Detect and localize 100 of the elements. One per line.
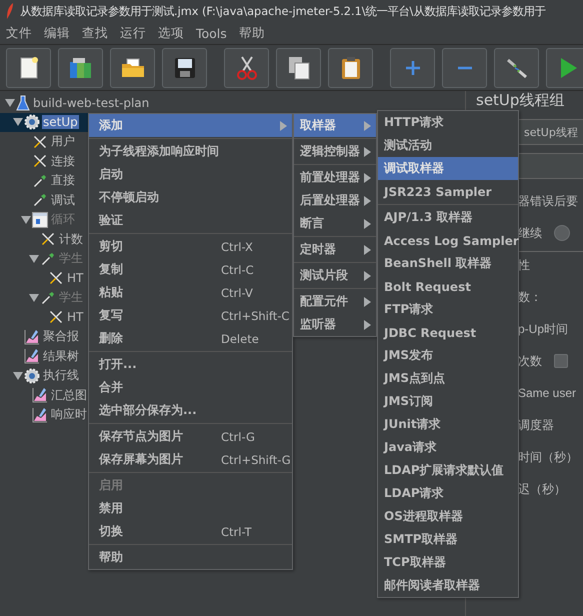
radio-button[interactable] bbox=[554, 225, 570, 241]
menu-item[interactable]: 邮件阅读者取样器 bbox=[378, 574, 518, 597]
menu-item[interactable]: 保存节点为图片 Ctrl-G bbox=[89, 425, 292, 448]
folder-icon bbox=[120, 58, 144, 78]
collapse-icon[interactable] bbox=[4, 98, 14, 107]
menu-item[interactable]: SMTP取样器 bbox=[378, 528, 518, 551]
tree-item-label[interactable]: build-web-test-plan bbox=[32, 96, 150, 110]
menu-item[interactable]: 切换 Ctrl-T bbox=[89, 520, 292, 543]
menu-item[interactable]: 配置元件 bbox=[294, 290, 376, 313]
checkbox[interactable] bbox=[554, 354, 568, 368]
menu-item[interactable]: 合并 bbox=[89, 376, 292, 399]
toolbar-button[interactable] bbox=[328, 48, 373, 88]
menu-item[interactable]: 后置处理器 bbox=[294, 189, 376, 212]
menu-item[interactable]: 验证 bbox=[89, 209, 292, 232]
menu-item[interactable]: JMS发布 bbox=[378, 344, 518, 367]
menu-item[interactable]: 测试活动 bbox=[378, 134, 518, 157]
tree-item-label[interactable]: 结果树 bbox=[42, 348, 80, 365]
menu-item[interactable]: 前置处理器 bbox=[294, 166, 376, 189]
menu-item[interactable]: OS进程取样器 bbox=[378, 505, 518, 528]
scissors-icon bbox=[236, 56, 256, 80]
menu-item[interactable]: Java请求 bbox=[378, 436, 518, 459]
pencils-icon bbox=[506, 56, 528, 78]
menu-item[interactable]: 选中部分保存为... bbox=[89, 399, 292, 422]
menu-item[interactable]: 逻辑控制器 bbox=[294, 140, 376, 163]
menu-item[interactable]: LDAP请求 bbox=[378, 482, 518, 505]
menu-item[interactable]: 帮助 bbox=[232, 24, 271, 42]
field-label: 次数 bbox=[518, 352, 542, 370]
menu-item[interactable]: TCP取样器 bbox=[378, 551, 518, 574]
window-title: 从数据库读取记录参数用于测试.jmx (F:\java\apache-jmeter-5.2.1\统一平台\从数据库读取记录参数用于 bbox=[20, 4, 546, 18]
dropper-icon bbox=[32, 192, 48, 208]
minus-icon bbox=[456, 66, 472, 70]
menu-item[interactable]: LDAP扩展请求默认值 bbox=[378, 459, 518, 482]
field-label: 迟（秒） bbox=[518, 480, 566, 498]
menu-item[interactable]: FTP请求 bbox=[378, 298, 518, 321]
menu-item[interactable]: 运行 bbox=[114, 24, 152, 42]
floppy-icon bbox=[174, 56, 196, 78]
menu-item[interactable]: 复制 Ctrl-C bbox=[89, 258, 292, 281]
field-label: p-Up时间 bbox=[518, 320, 568, 338]
menu-item[interactable]: JMS点到点 bbox=[378, 367, 518, 390]
menu-item[interactable]: 粘贴 Ctrl-V bbox=[89, 281, 292, 304]
menu-item[interactable]: 取样器 bbox=[294, 114, 376, 137]
wrench-icon bbox=[48, 270, 64, 286]
menu-item[interactable]: 文件 bbox=[0, 24, 38, 42]
menu-item[interactable]: 保存屏幕为图片 Ctrl+Shift-G bbox=[89, 448, 292, 471]
wrench-icon bbox=[32, 153, 48, 170]
menu-item[interactable]: 添加 bbox=[89, 114, 292, 137]
menu-item[interactable]: 不停顿启动 bbox=[89, 186, 292, 209]
toolbar-button[interactable] bbox=[276, 48, 321, 88]
tree-item-label[interactable]: 用户 bbox=[50, 133, 76, 150]
tree-item-label[interactable]: setUp bbox=[42, 115, 79, 130]
menu-item[interactable]: 帮助 bbox=[89, 546, 292, 569]
arrow-icon bbox=[364, 120, 371, 130]
tree-item-label[interactable]: 聚合报 bbox=[42, 328, 80, 346]
menu-item[interactable]: 禁用 bbox=[89, 497, 292, 520]
menu-item[interactable]: 查找 bbox=[76, 24, 114, 42]
menu-item[interactable]: 断言 bbox=[294, 212, 376, 235]
menu-item[interactable]: 编辑 bbox=[38, 24, 76, 42]
toolbar-button[interactable] bbox=[162, 48, 207, 88]
tree-item-label[interactable]: 调试 bbox=[50, 192, 76, 209]
menu-item[interactable]: BeanShell 取样器 bbox=[378, 252, 518, 275]
menu-item[interactable]: 删除 Delete bbox=[89, 327, 292, 350]
chart-icon bbox=[24, 348, 40, 364]
collapse-icon[interactable] bbox=[12, 118, 22, 126]
comment-field[interactable] bbox=[518, 153, 583, 179]
name-field[interactable]: setUp线程 bbox=[518, 119, 583, 145]
dropper-icon bbox=[40, 290, 56, 306]
menu-item[interactable]: 定时器 bbox=[294, 238, 376, 261]
menu-item[interactable]: 启动 bbox=[89, 163, 292, 186]
menu-item[interactable]: Access Log Sampler bbox=[378, 229, 518, 252]
menu-item[interactable]: 测试片段 bbox=[294, 264, 376, 287]
menu-item[interactable]: 调试取样器 bbox=[378, 157, 518, 180]
menu-item[interactable]: Bolt Request bbox=[378, 275, 518, 298]
collapse-icon[interactable] bbox=[12, 372, 22, 380]
menu-item[interactable]: Tools bbox=[190, 26, 233, 40]
menu-item[interactable]: 监听器 bbox=[294, 313, 376, 336]
menu-item[interactable]: AJP/1.3 取样器 bbox=[378, 206, 518, 229]
menu-item[interactable]: JUnit请求 bbox=[378, 413, 518, 436]
toolbar-button[interactable] bbox=[58, 48, 103, 88]
field-label: 器错误后要 bbox=[518, 192, 578, 210]
menu-item[interactable]: JSR223 Sampler bbox=[378, 180, 518, 203]
panel-title: setUp线程组 bbox=[476, 91, 564, 109]
menu-item[interactable]: 剪切 Ctrl-X bbox=[89, 235, 292, 258]
toolbar-button[interactable] bbox=[110, 48, 155, 88]
toolbar-button[interactable] bbox=[6, 48, 51, 88]
tree-item-label[interactable]: 执行线 bbox=[42, 367, 80, 384]
menu-item[interactable]: 选项 bbox=[152, 24, 190, 42]
menu-item[interactable]: 为子线程添加响应时间 bbox=[89, 140, 292, 163]
menu-item[interactable]: HTTP请求 bbox=[378, 111, 518, 134]
arrow-icon bbox=[364, 270, 371, 280]
toolbar-button[interactable] bbox=[224, 48, 269, 88]
tree-item-label[interactable]: 汇总图 bbox=[50, 386, 88, 404]
tree-item-label[interactable]: 响应时 bbox=[50, 406, 88, 424]
tree-item-label[interactable]: 连接 bbox=[50, 152, 76, 170]
menu-item[interactable]: JDBC Request bbox=[378, 321, 518, 344]
wrench-icon bbox=[32, 134, 48, 150]
menu-item[interactable]: 打开... bbox=[89, 353, 292, 376]
menu-item[interactable]: 复写 Ctrl+Shift-C bbox=[89, 304, 292, 327]
tree-item-label[interactable]: 直接 bbox=[50, 172, 76, 190]
chart-icon bbox=[32, 387, 48, 404]
menu-item[interactable]: JMS订阅 bbox=[378, 390, 518, 413]
